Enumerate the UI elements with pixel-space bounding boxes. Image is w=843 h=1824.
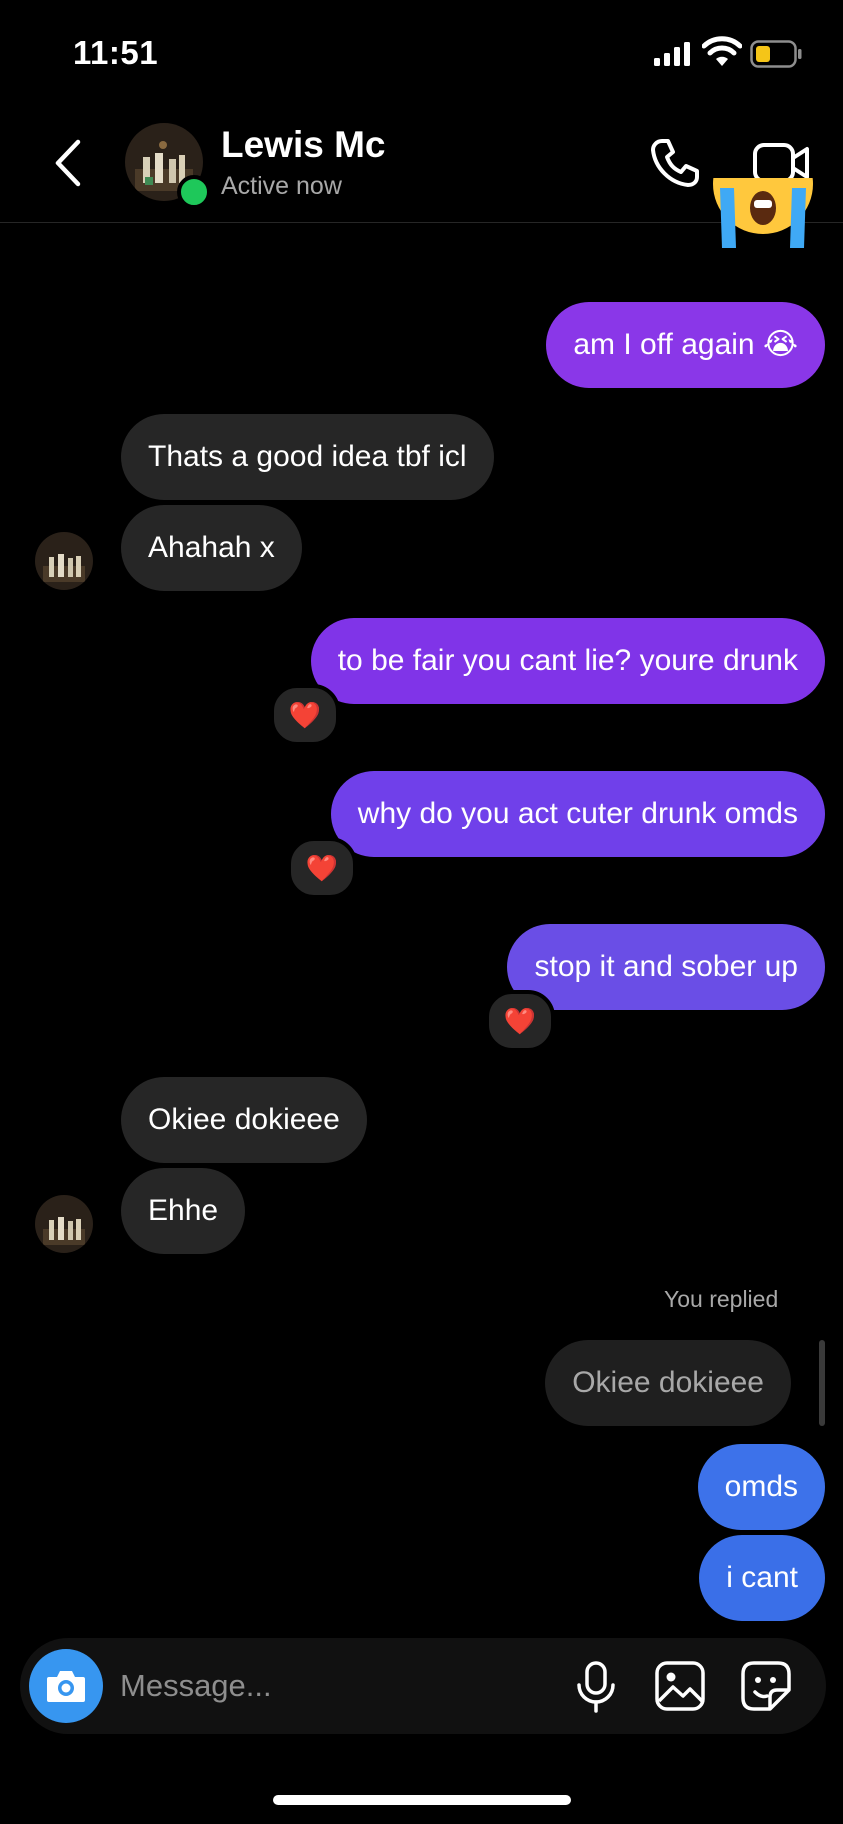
avatar-photo (35, 532, 93, 590)
incoming-message[interactable]: Ehhe (121, 1168, 246, 1254)
contact-active-status: Active now (221, 172, 342, 200)
heart-reaction-emoji: ❤️ (305, 852, 339, 883)
reply-label: You replied (664, 1286, 779, 1312)
online-status-dot (177, 175, 211, 209)
outgoing-message[interactable]: am I off again 😭 (546, 302, 825, 388)
camera-icon (47, 1671, 85, 1702)
back-chevron-icon[interactable] (50, 138, 86, 188)
crying-emoji-sticker (712, 178, 814, 270)
reaction-heart[interactable]: ❤️ (270, 684, 340, 746)
heart-reaction-emoji: ❤️ (288, 699, 322, 730)
gallery-icon[interactable] (654, 1660, 706, 1712)
sticker-icon[interactable] (740, 1660, 792, 1712)
microphone-icon[interactable] (574, 1660, 618, 1714)
outgoing-message[interactable]: to be fair you cant lie? youre drunk (310, 618, 825, 704)
status-time: 11:51 (73, 34, 159, 71)
outgoing-message[interactable]: omds (697, 1444, 825, 1530)
incoming-message[interactable]: Thats a good idea tbf icl (121, 414, 494, 500)
sender-avatar[interactable] (35, 1195, 93, 1253)
reaction-heart[interactable]: ❤️ (287, 837, 357, 899)
wifi-icon (702, 36, 742, 66)
quoted-reply-message[interactable]: Okiee dokieee (545, 1340, 791, 1426)
camera-button[interactable] (29, 1649, 103, 1723)
incoming-message[interactable]: Okiee dokieee (121, 1077, 367, 1163)
incoming-message[interactable]: Ahahah x (121, 505, 302, 591)
message-input[interactable] (120, 1660, 550, 1712)
scrollbar[interactable] (819, 1340, 825, 1426)
battery-icon (750, 40, 802, 68)
outgoing-message[interactable]: why do you act cuter drunk omds (330, 771, 825, 857)
cellular-signal-icon (654, 42, 690, 66)
home-indicator[interactable] (273, 1795, 571, 1805)
outgoing-message[interactable]: stop it and sober up (507, 924, 825, 1010)
avatar-photo (35, 1195, 93, 1253)
outgoing-message[interactable]: i cant (699, 1535, 825, 1621)
contact-name[interactable]: Lewis Mc (221, 124, 386, 166)
sender-avatar[interactable] (35, 532, 93, 590)
reaction-heart[interactable]: ❤️ (485, 990, 555, 1052)
heart-reaction-emoji: ❤️ (503, 1005, 537, 1036)
phone-icon[interactable] (648, 136, 702, 190)
